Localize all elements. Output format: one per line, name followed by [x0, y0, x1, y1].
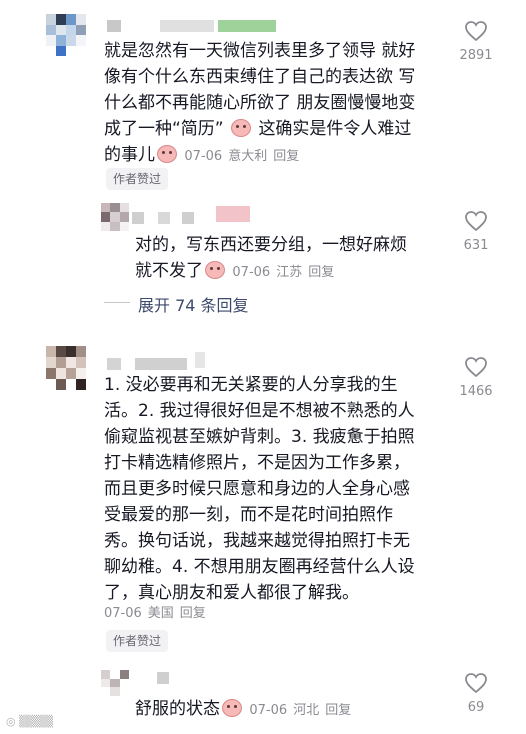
reply-text: 对的，写东西还要分组，一想好麻烦 就不发了 07-06 江苏 回复: [135, 235, 407, 281]
divider: [104, 302, 130, 303]
reply-button[interactable]: 回复: [308, 265, 334, 280]
avatar[interactable]: [101, 203, 129, 231]
expand-replies-button[interactable]: 展开 74 条回复: [138, 292, 249, 316]
blush-face-emoji-icon: [205, 261, 225, 279]
comment-meta: 07-06 美国 回复: [104, 606, 206, 621]
like-count: 631: [463, 238, 489, 253]
author-liked-badge: 作者赞过: [106, 630, 169, 652]
blush-face-emoji-icon: [157, 145, 177, 163]
reply-button[interactable]: 回复: [273, 149, 299, 164]
comment-meta: 07-06 河北 回复: [249, 703, 352, 718]
blush-face-emoji-icon: [231, 119, 252, 137]
comment-meta: 07-06 意大利 回复: [184, 149, 300, 164]
reply-button[interactable]: 回复: [180, 606, 206, 621]
blush-face-emoji-icon: [222, 699, 242, 717]
comment-text: 就是忽然有一天微信列表里多了领导 就好 像有个什么东西束缚住了自己的表达欲 写 …: [104, 41, 416, 165]
comment-meta: 07-06 江苏 回复: [232, 265, 335, 280]
reply-button[interactable]: 回复: [325, 703, 351, 718]
heart-outline-icon: [465, 673, 487, 694]
like-count: 1466: [459, 384, 493, 399]
avatar[interactable]: [101, 670, 129, 697]
like-button[interactable]: 2891: [446, 20, 506, 63]
like-button[interactable]: 631: [446, 210, 506, 253]
like-button[interactable]: 69: [446, 672, 506, 715]
watermark: ◎ ▒▒▒▒: [6, 715, 53, 728]
reply-text: 舒服的状态 07-06 河北 回复: [135, 696, 435, 724]
heart-outline-icon: [465, 211, 487, 232]
heart-outline-icon: [465, 21, 487, 42]
author-liked-badge: 作者赞过: [106, 168, 169, 190]
avatar[interactable]: [46, 346, 86, 390]
like-count: 2891: [459, 48, 493, 63]
comment-text: 1. 没必要再和无关紧要的人分享我的生 活。2. 我过得很好但是不想被不熟悉的人…: [104, 375, 415, 603]
avatar[interactable]: [46, 14, 86, 56]
like-button[interactable]: 1466: [446, 356, 506, 399]
heart-outline-icon: [465, 357, 487, 378]
like-count: 69: [467, 700, 485, 715]
